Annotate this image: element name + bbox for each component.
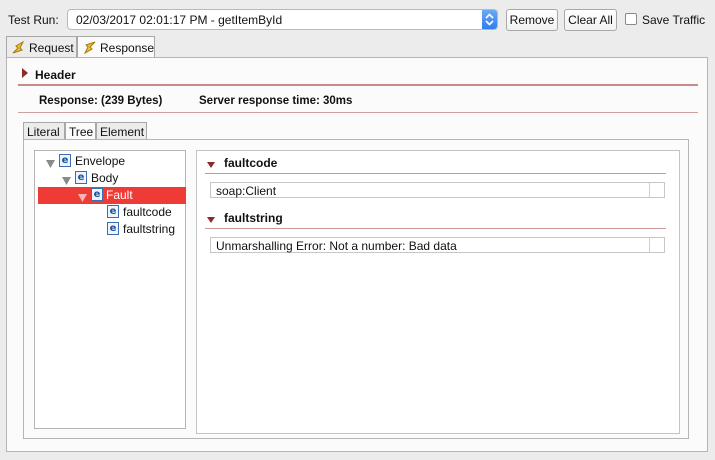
faultstring-collapse-icon[interactable] [207, 212, 215, 226]
header-expand-icon[interactable] [22, 67, 28, 81]
faultcode-field[interactable]: soap:Client [210, 182, 665, 198]
expanded-triangle-icon[interactable] [46, 157, 55, 171]
faultcode-collapse-icon[interactable] [207, 157, 215, 171]
select-arrow-icon[interactable] [482, 10, 497, 29]
tree-node-envelope[interactable]: e Envelope [46, 153, 166, 170]
toolbar: Test Run: 02/03/2017 02:01:17 PM - getIt… [0, 0, 715, 38]
element-icon: e [75, 171, 87, 184]
save-traffic-checkbox[interactable] [625, 13, 637, 25]
faultstring-section-title[interactable]: faultstring [224, 211, 283, 225]
response-size: Response: (239 Bytes) [39, 95, 163, 107]
element-icon: e [107, 205, 119, 218]
server-response-time: Server response time: 30ms [199, 95, 353, 107]
info-divider [18, 112, 698, 113]
expanded-triangle-icon[interactable] [62, 174, 71, 188]
test-run-value: 02/03/2017 02:01:17 PM - getItemById [76, 13, 283, 27]
faultcode-divider [205, 173, 666, 174]
tree-node-label: faultstring [123, 222, 176, 236]
faultstring-value: Unmarshalling Error: Not a number: Bad d… [216, 239, 457, 253]
element-icon: e [59, 154, 71, 167]
request-arrow-icon [11, 40, 26, 58]
tab-tree[interactable]: Tree [65, 122, 96, 140]
tab-literal-label: Literal [27, 125, 60, 139]
tab-tree-label: Tree [69, 125, 94, 139]
tree-node-faultcode[interactable]: e faultcode [107, 204, 183, 221]
tab-request[interactable]: Request [6, 36, 77, 58]
field-edge [649, 183, 650, 197]
tab-literal[interactable]: Literal [23, 122, 65, 140]
remove-button[interactable]: Remove [506, 9, 558, 31]
header-section-title[interactable]: Header [35, 68, 76, 82]
faultcode-value: soap:Client [216, 184, 277, 198]
tab-response-label: Response [100, 41, 155, 55]
tree-node-body[interactable]: e Body [62, 170, 162, 187]
tree-node-faultstring[interactable]: e faultstring [107, 221, 183, 238]
expanded-triangle-icon[interactable] [78, 191, 87, 205]
header-divider [18, 84, 698, 86]
response-arrow-icon [82, 40, 97, 58]
element-icon: e [91, 188, 103, 201]
faultstring-field[interactable]: Unmarshalling Error: Not a number: Bad d… [210, 237, 665, 253]
tab-element-label: Element [100, 125, 145, 139]
tab-response[interactable]: Response [77, 36, 155, 58]
clear-all-button[interactable]: Clear All [564, 9, 617, 31]
tree-node-label: faultcode [123, 205, 172, 219]
element-icon: e [107, 222, 119, 235]
test-run-select[interactable]: 02/03/2017 02:01:17 PM - getItemById [67, 9, 498, 30]
tree-node-label: Envelope [75, 154, 126, 168]
faultcode-section-title[interactable]: faultcode [224, 156, 277, 170]
tab-request-label: Request [29, 41, 74, 55]
tree-node-label: Fault [106, 188, 133, 202]
tab-element[interactable]: Element [96, 122, 147, 140]
tree-node-fault[interactable]: e Fault [38, 187, 186, 204]
test-run-label: Test Run: [8, 13, 59, 27]
save-traffic-label[interactable]: Save Traffic [642, 13, 705, 27]
field-edge [649, 238, 650, 252]
tree-node-label: Body [91, 171, 119, 185]
faultstring-divider [205, 228, 666, 229]
